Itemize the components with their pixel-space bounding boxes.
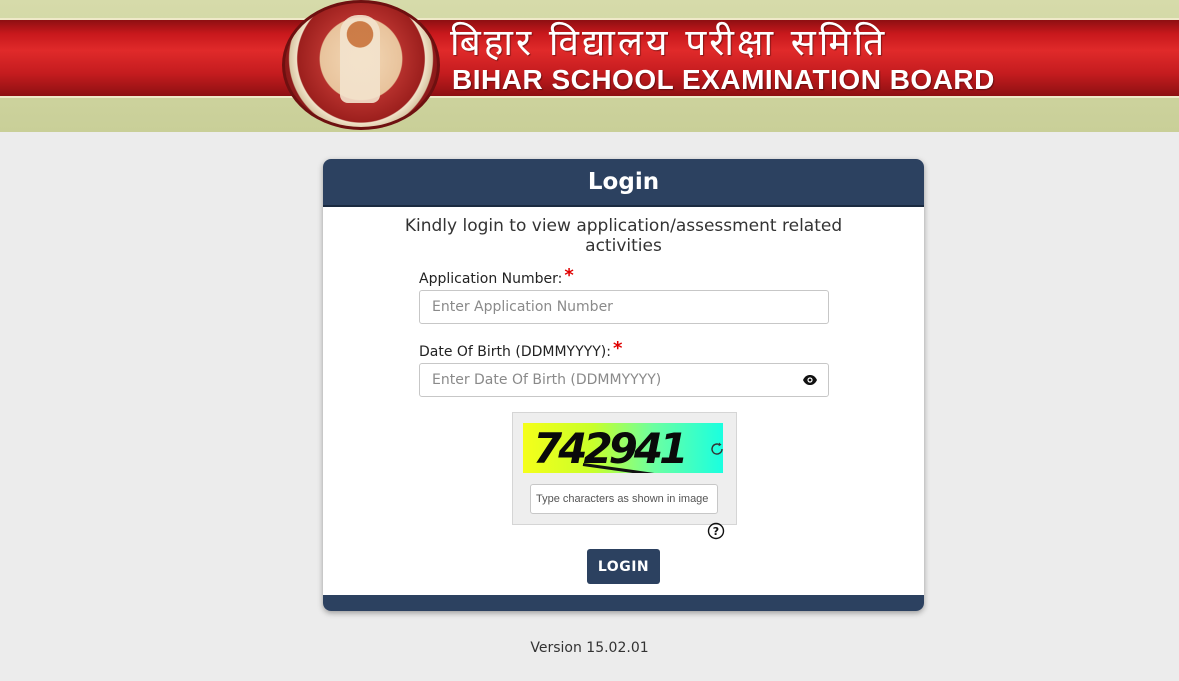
login-card-footer [323, 595, 924, 611]
application-number-label-text: Application Number: [419, 271, 563, 287]
dob-label: Date Of Birth (DDMMYYYY): * [419, 338, 622, 360]
required-marker: * [564, 265, 574, 286]
captcha-container: 742941 [512, 412, 737, 525]
svg-text:?: ? [713, 525, 719, 538]
required-marker: * [612, 338, 623, 359]
seal-figure-icon [340, 15, 380, 103]
dob-input[interactable] [419, 363, 829, 397]
login-card-header: Login [323, 159, 924, 207]
login-title: Login [587, 169, 660, 195]
login-button[interactable]: LOGIN [587, 549, 660, 584]
help-icon[interactable]: ? [707, 522, 725, 540]
header-title-hindi: बिहार विद्यालय परीक्षा समिति [450, 21, 888, 64]
application-number-input[interactable] [419, 290, 829, 324]
captcha-text: 742941 [533, 424, 688, 473]
dob-label-text: Date Of Birth (DDMMYYYY): [419, 344, 611, 360]
refresh-icon[interactable] [709, 441, 725, 457]
login-card: Login Kindly login to view application/a… [323, 159, 924, 611]
header-title-english: BIHAR SCHOOL EXAMINATION BOARD [452, 64, 995, 95]
captcha-image: 742941 [523, 423, 723, 473]
login-intro-text: Kindly login to view application/assessm… [404, 216, 843, 256]
header-banner: बिहार विद्यालय परीक्षा समिति BIHAR SCHOO… [0, 0, 1179, 132]
application-number-label: Application Number: * [419, 265, 574, 287]
eye-icon[interactable] [802, 372, 818, 388]
captcha-input[interactable] [530, 484, 718, 514]
version-text: Version 15.02.01 [530, 640, 649, 656]
